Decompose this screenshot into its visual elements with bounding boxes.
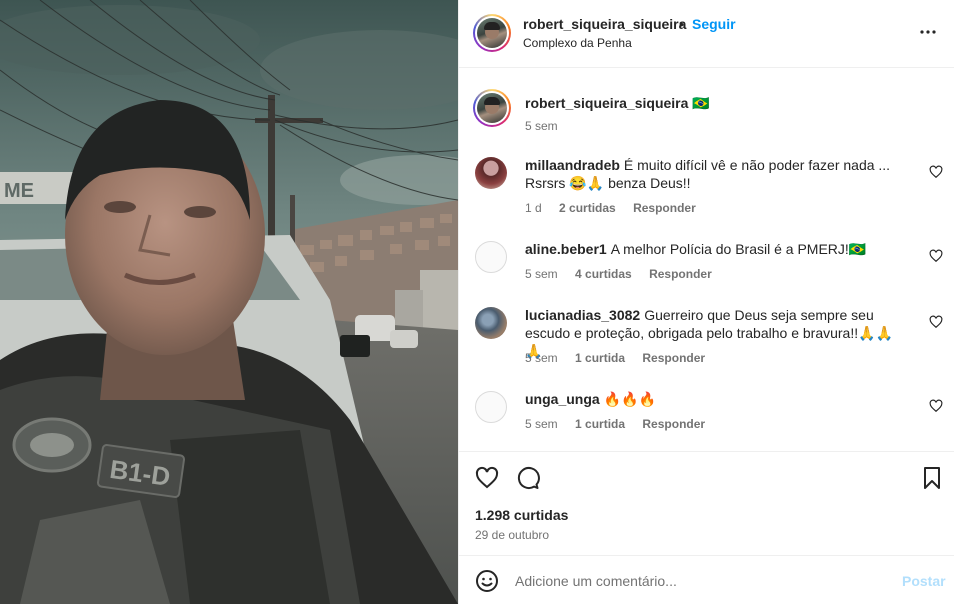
separator-dot: • [679, 16, 684, 32]
caption-username[interactable]: robert_siqueira_siqueira [525, 95, 688, 111]
comment-text: unga_unga 🔥🔥🔥 [525, 390, 909, 408]
comment-likes[interactable]: 1 curtida [575, 417, 625, 431]
post-location[interactable]: Complexo da Penha [523, 36, 632, 50]
comment-body: A melhor Polícia do Brasil é a PMERJ!🇧🇷 [610, 241, 867, 257]
avatar[interactable] [475, 391, 507, 423]
emoji-icon[interactable] [475, 569, 499, 593]
comment-body: 🔥🔥🔥 [603, 391, 656, 407]
comment-username[interactable]: lucianadias_3082 [525, 307, 640, 323]
comment-likes[interactable]: 2 curtidas [559, 201, 616, 215]
comment-likes[interactable]: 4 curtidas [575, 267, 632, 281]
heart-icon[interactable] [929, 399, 943, 413]
caption-avatar[interactable] [473, 89, 511, 127]
avatar[interactable] [475, 241, 507, 273]
reply-button[interactable]: Responder [642, 417, 705, 431]
caption-text: robert_siqueira_siqueira 🇧🇷 [525, 94, 909, 112]
post-actions: 1.298 curtidas 29 de outubro [459, 451, 954, 555]
author-username[interactable]: robert_siqueira_siqueira [523, 16, 686, 32]
likes-count[interactable]: 1.298 curtidas [475, 507, 568, 523]
add-comment-bar: Postar [459, 555, 954, 604]
heart-icon[interactable] [929, 315, 943, 329]
post-panel: robert_siqueira_siqueira • Seguir Comple… [458, 0, 954, 604]
reply-button[interactable]: Responder [642, 351, 705, 365]
caption-body: 🇧🇷 [692, 95, 710, 111]
more-options-icon[interactable] [913, 20, 943, 44]
comment-meta: 5 sem 1 curtida Responder [525, 417, 719, 431]
comments-list[interactable]: robert_siqueira_siqueira 🇧🇷 5 sem millaan… [459, 69, 954, 451]
comment-username[interactable]: aline.beber1 [525, 241, 607, 257]
post-date[interactable]: 29 de outubro [475, 528, 549, 542]
heart-icon[interactable] [929, 165, 943, 179]
comment-time[interactable]: 5 sem [525, 351, 558, 365]
reply-button[interactable]: Responder [649, 267, 712, 281]
post-image: ME B1-D [0, 0, 458, 604]
post-button[interactable]: Postar [902, 573, 946, 589]
caption-time[interactable]: 5 sem [525, 119, 558, 133]
comment-input[interactable] [515, 569, 885, 593]
heart-icon[interactable] [929, 249, 943, 263]
comment-meta: 1 d 2 curtidas Responder [525, 201, 710, 215]
comment-username[interactable]: millaandradeb [525, 157, 620, 173]
comment-meta: 5 sem 4 curtidas Responder [525, 267, 726, 281]
post-header: robert_siqueira_siqueira • Seguir Comple… [459, 0, 954, 68]
comment-text: aline.beber1 A melhor Polícia do Brasil é… [525, 240, 909, 258]
comment-likes[interactable]: 1 curtida [575, 351, 625, 365]
avatar[interactable] [475, 307, 507, 339]
post-photo[interactable]: ME B1-D [0, 0, 458, 604]
follow-button[interactable]: Seguir [692, 16, 736, 32]
reply-button[interactable]: Responder [633, 201, 696, 215]
comment-time[interactable]: 5 sem [525, 417, 558, 431]
heart-icon[interactable] [475, 466, 499, 490]
avatar[interactable] [475, 157, 507, 189]
sign-text: ME [4, 180, 34, 202]
comment-time[interactable]: 1 d [525, 201, 542, 215]
comment-username[interactable]: unga_unga [525, 391, 600, 407]
comment-time[interactable]: 5 sem [525, 267, 558, 281]
comment-text: millaandradeb É muito difícil vê e não po… [525, 156, 909, 192]
author-avatar[interactable] [473, 14, 511, 52]
comment-meta: 5 sem 1 curtida Responder [525, 351, 719, 365]
caption-meta: 5 sem [525, 119, 572, 133]
comment-icon[interactable] [516, 466, 540, 490]
bookmark-icon[interactable] [920, 466, 944, 490]
